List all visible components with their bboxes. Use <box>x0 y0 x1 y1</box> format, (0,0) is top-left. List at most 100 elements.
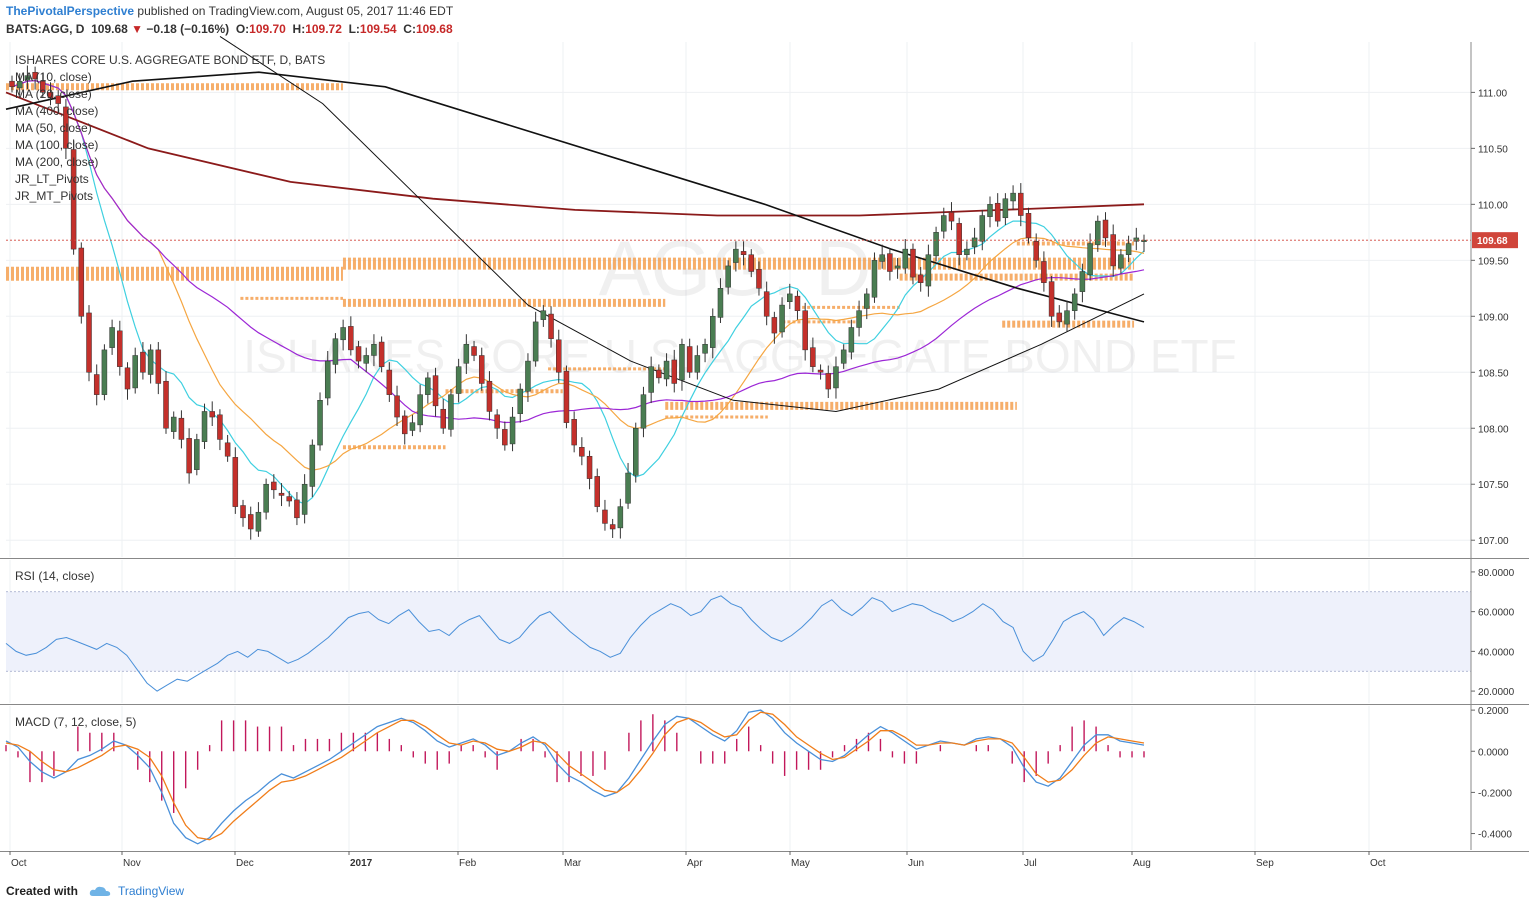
candle-down <box>271 481 277 491</box>
candle-down <box>948 211 955 222</box>
x-tick-label: Jun <box>908 858 924 869</box>
candle-down <box>594 476 601 507</box>
candle-down <box>825 373 832 390</box>
ma400-line <box>5 71 1145 323</box>
candle-up <box>425 377 431 395</box>
candle-up <box>648 366 654 393</box>
candle-down <box>140 351 146 373</box>
candle-up <box>101 349 108 395</box>
candle-down <box>502 429 508 446</box>
candle-down <box>217 414 223 440</box>
candle-up <box>463 344 470 364</box>
candle-up <box>717 288 724 318</box>
candle-up <box>933 232 939 257</box>
candle-up <box>902 248 909 269</box>
candle-down <box>1025 213 1032 239</box>
legend-ma400[interactable]: MA (400, close) <box>15 104 98 118</box>
legend-ma200[interactable]: MA (200, close) <box>15 155 98 169</box>
macd-label[interactable]: MACD (7, 12, close, 5) <box>15 715 136 729</box>
candle-up <box>625 472 631 504</box>
macd-tick-label: -0.4000 <box>1478 830 1512 841</box>
candle-up <box>871 260 878 298</box>
legend-ma100[interactable]: MA (100, close) <box>15 138 98 152</box>
candle-up <box>987 204 993 217</box>
candle-down <box>810 347 816 367</box>
candle-down <box>186 438 192 474</box>
candle-up <box>979 215 986 242</box>
candle-up <box>663 360 670 380</box>
candle-down <box>1041 261 1047 283</box>
candle-down <box>656 369 662 379</box>
candle-up <box>132 355 138 389</box>
candle-up <box>170 416 177 432</box>
created-with-text: Created with <box>6 884 79 898</box>
x-tick-label: Dec <box>236 858 254 869</box>
x-tick-label: Sep <box>1256 858 1274 869</box>
candle-up <box>1071 293 1078 311</box>
candle-up <box>509 416 516 445</box>
tradingview-cloud-icon <box>89 886 111 896</box>
candle-up <box>964 248 970 255</box>
price-tick-label: 109.50 <box>1478 256 1509 267</box>
candle-down <box>286 496 292 502</box>
candle-up <box>787 293 793 302</box>
legend-ma20[interactable]: MA (20, close) <box>15 87 92 101</box>
candle-up <box>1010 192 1016 202</box>
macd-pane <box>5 709 1145 845</box>
candle-up <box>455 366 462 394</box>
candle-up <box>263 483 269 513</box>
macd-tick-label: -0.2000 <box>1478 788 1512 799</box>
candle-down <box>93 374 100 395</box>
tradingview-link[interactable]: TradingView <box>118 884 184 898</box>
chart-canvas[interactable]: AGG, D ISHARES CORE U.S. AGGREGATE BOND … <box>0 0 1529 876</box>
candle-up <box>1095 220 1101 245</box>
rsi-label[interactable]: RSI (14, close) <box>15 569 94 583</box>
candle-up <box>679 344 685 381</box>
candle-down <box>78 247 85 317</box>
candle-down <box>432 375 439 407</box>
candle-down <box>771 317 778 334</box>
candle-down <box>178 417 185 440</box>
candle-down <box>117 330 123 367</box>
candle-up <box>517 388 523 414</box>
legend-lt-pivots[interactable]: JR_LT_Pivots <box>15 172 89 186</box>
macd-tick-label: 0.0000 <box>1478 747 1509 758</box>
legend-ma10[interactable]: MA (10, close) <box>15 70 92 84</box>
x-tick-label: Apr <box>687 858 703 869</box>
rsi-tick-label: 60.0000 <box>1478 608 1515 619</box>
candle-up <box>733 248 739 263</box>
candle-up <box>1064 310 1070 325</box>
candle-up <box>710 316 716 348</box>
candle-up <box>540 310 547 320</box>
candle-down <box>609 524 616 530</box>
candle-down <box>579 447 585 457</box>
candle-down <box>9 80 15 88</box>
legend-ma50[interactable]: MA (50, close) <box>15 121 92 135</box>
candle-down <box>394 395 400 418</box>
legend-mt-pivots[interactable]: JR_MT_Pivots <box>15 189 93 203</box>
candle-up <box>409 422 416 431</box>
footer: Created with TradingView <box>0 876 1529 908</box>
rsi-tick-label: 40.0000 <box>1478 647 1515 658</box>
candle-up <box>941 215 947 232</box>
candle-up <box>840 349 847 364</box>
candle-up <box>856 310 862 328</box>
candle-up <box>324 360 331 399</box>
x-tick-label: Aug <box>1133 858 1151 869</box>
candle-up <box>725 265 731 288</box>
candle-up <box>109 327 115 348</box>
candle-up <box>633 428 639 476</box>
legend-title: ISHARES CORE U.S. AGGREGATE BOND ETF, D,… <box>15 53 326 67</box>
macd-line <box>5 709 1145 845</box>
price-tick-label: 110.00 <box>1478 200 1508 211</box>
candle-up <box>702 344 708 354</box>
candle-up <box>1079 271 1086 292</box>
candle-down <box>155 349 162 384</box>
candle-down <box>494 414 500 429</box>
candle-up <box>640 394 647 429</box>
candle-down <box>232 457 239 507</box>
rsi-band <box>6 591 1471 672</box>
x-tick-label: Nov <box>123 858 141 869</box>
watermark-name: ISHARES CORE U.S. AGGREGATE BOND ETF <box>243 330 1236 382</box>
x-tick-label: Oct <box>1370 858 1386 869</box>
